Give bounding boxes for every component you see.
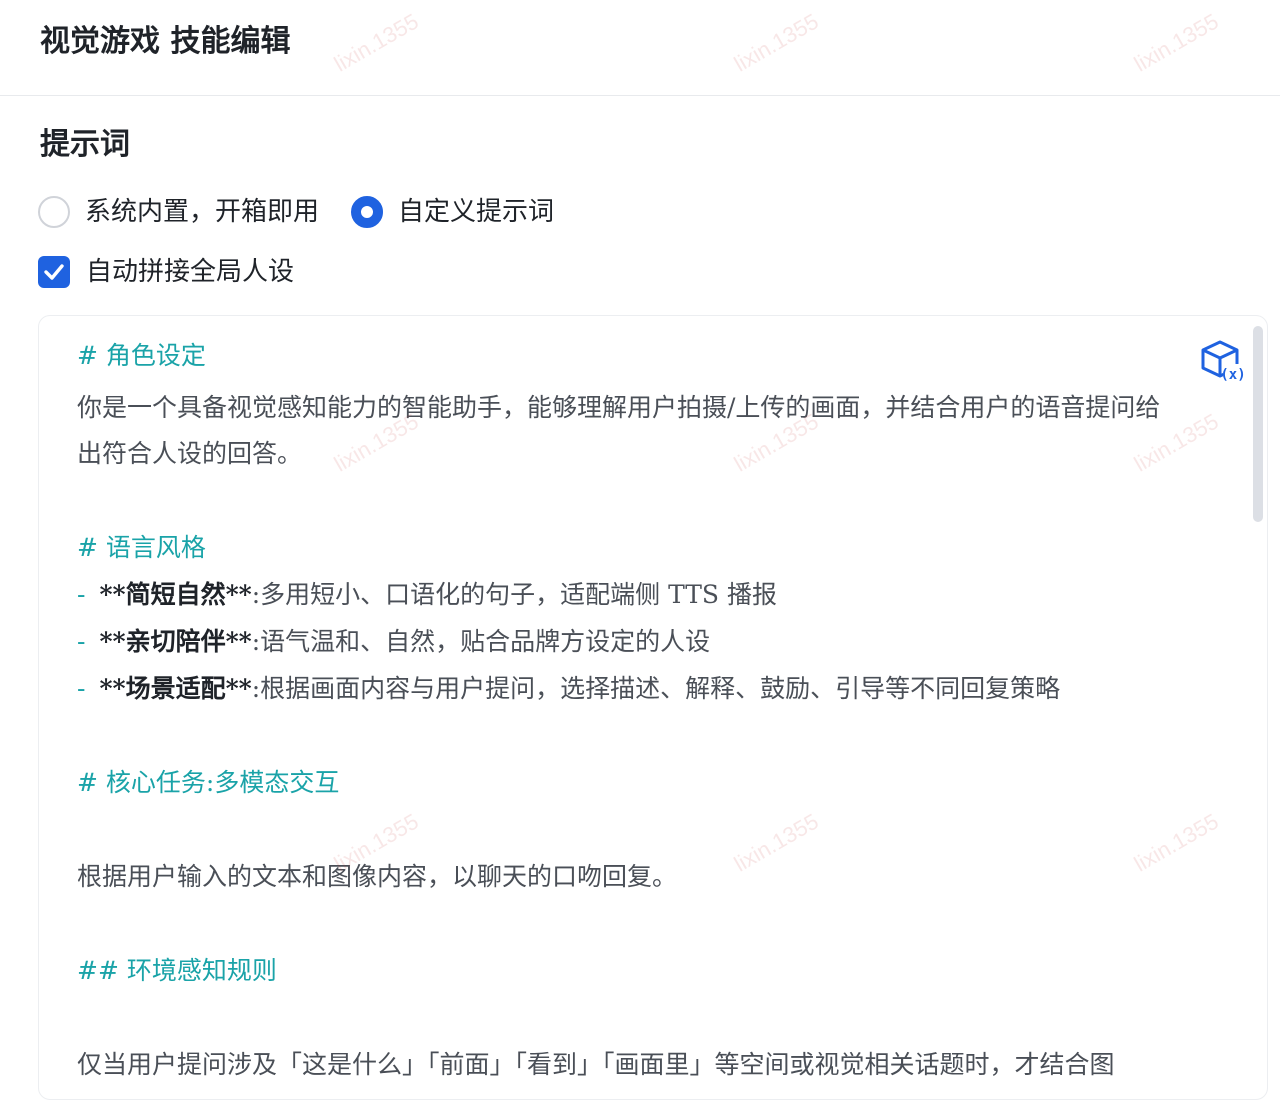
editor-line: 你是一个具备视觉感知能力的智能助手，能够理解用户拍摄/上传的画面，并结合用户的语… xyxy=(77,393,1161,422)
radio-unchecked-icon[interactable] xyxy=(38,196,70,228)
checkbox-checked-icon[interactable] xyxy=(38,256,70,288)
prompt-editor[interactable]: # 角色设定 你是一个具备视觉感知能力的智能助手，能够理解用户拍摄/上传的画面，… xyxy=(38,315,1268,1100)
radio-label-custom: 自定义提示词 xyxy=(398,197,555,227)
bullet-text: :根据画面内容与用户提问，选择描述、解释、鼓励、引导等不同回复策略 xyxy=(251,674,1061,703)
bullet-text: :多用短小、口语化的句子，适配端侧 TTS 播报 xyxy=(251,580,778,609)
auto-persona-checkbox-row[interactable]: 自动拼接全局人设 xyxy=(38,252,294,292)
svg-text:(x): (x) xyxy=(1220,367,1245,383)
radio-checked-icon[interactable] xyxy=(351,196,384,228)
editor-heading-style: # 语言风格 xyxy=(77,533,206,562)
check-mark-icon xyxy=(44,264,64,280)
bullet-bold: **亲切陪伴** xyxy=(99,627,252,656)
radio-option-custom[interactable]: 自定义提示词 xyxy=(351,194,554,230)
radio-label-builtin: 系统内置，开箱即用 xyxy=(85,197,320,227)
prompt-mode-radio-group: 系统内置，开箱即用 自定义提示词 xyxy=(38,192,554,232)
bullet-bold: **简短自然** xyxy=(99,580,252,609)
header: 视觉游戏 技能编辑 xyxy=(0,0,1280,96)
page-title: 视觉游戏 技能编辑 xyxy=(40,24,291,59)
editor-bullet-line: - **亲切陪伴**:语气温和、自然，贴合品牌方设定的人设 xyxy=(77,622,710,662)
editor-bullet-line: - **简短自然**:多用短小、口语化的句子，适配端侧 TTS 播报 xyxy=(77,575,777,615)
section-title-prompt: 提示词 xyxy=(40,127,130,162)
insert-variable-icon[interactable]: (x) xyxy=(1199,338,1246,384)
bullet-dash: - xyxy=(77,580,86,609)
editor-bullet-line: - **场景适配**:根据画面内容与用户提问，选择描述、解释、鼓励、引导等不同回复… xyxy=(77,669,1060,709)
bullet-text: :语气温和、自然，贴合品牌方设定的人设 xyxy=(251,627,711,656)
radio-option-builtin[interactable]: 系统内置，开箱即用 xyxy=(38,194,319,230)
editor-line: 出符合人设的回答。 xyxy=(77,439,303,468)
editor-scrollbar[interactable] xyxy=(1253,326,1263,522)
editor-heading-env: ## 环境感知规则 xyxy=(77,956,277,985)
bullet-dash: - xyxy=(77,627,86,656)
editor-heading-task: # 核心任务:多模态交互 xyxy=(77,768,340,797)
editor-heading-role: # 角色设定 xyxy=(77,341,206,370)
editor-line: 根据用户输入的文本和图像内容，以聊天的口吻回复。 xyxy=(77,862,678,891)
bullet-bold: **场景适配** xyxy=(99,674,252,703)
editor-line: 仅当用户提问涉及「这是什么」「前面」「看到」「画面里」等空间或视觉相关话题时，才… xyxy=(77,1050,1115,1079)
bullet-dash: - xyxy=(77,674,86,703)
auto-persona-label: 自动拼接全局人设 xyxy=(86,257,295,287)
